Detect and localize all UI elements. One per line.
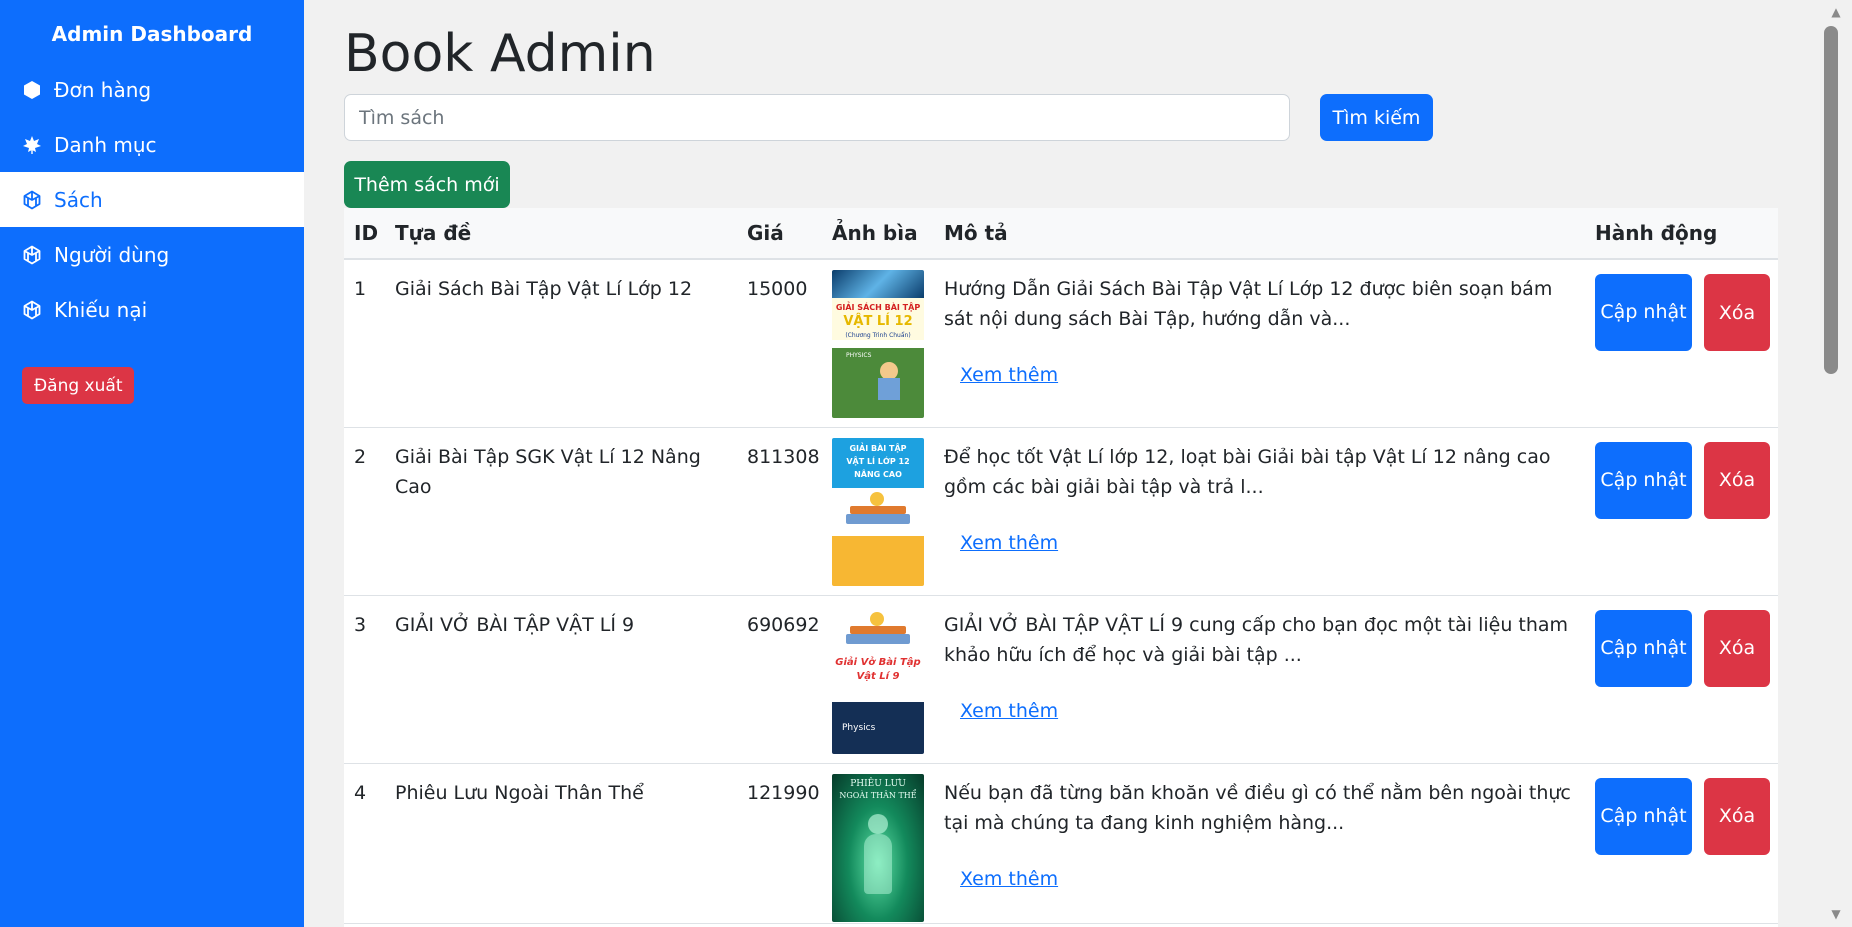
sidebar-item-label: Đơn hàng bbox=[54, 77, 152, 102]
sidebar-item-categories[interactable]: Danh mục bbox=[0, 117, 304, 172]
sidebar: Admin Dashboard Đơn hàng Danh mục Sách N… bbox=[0, 0, 304, 927]
cell-actions: Cập nhật Xóa bbox=[1585, 763, 1778, 923]
leaf-icon bbox=[22, 135, 42, 155]
cell-id: 3 bbox=[354, 613, 367, 636]
update-button[interactable]: Cập nhật bbox=[1595, 777, 1692, 855]
sidebar-item-label: Người dùng bbox=[54, 242, 170, 267]
book-cover-image: PHIÊU LƯU NGOÀI THÂN THỂ bbox=[832, 773, 924, 922]
cover-text: Vật Lí 9 bbox=[856, 670, 900, 682]
column-header-title: Tựa đề bbox=[385, 208, 737, 260]
cell-title: Giải Bài Tập SGK Vật Lí 12 Nâng Cao bbox=[395, 445, 701, 498]
cell-price: 15000 bbox=[747, 278, 808, 300]
cell-price: 690692 bbox=[747, 613, 820, 636]
description-text: Hướng Dẫn Giải Sách Bài Tập Vật Lí Lớp 1… bbox=[944, 278, 1553, 330]
cell-cover: GIẢI BÀI TẬP VẬT LÍ LỚP 12 NÂNG CAO bbox=[822, 427, 934, 595]
scroll-down-arrow-icon[interactable]: ▼ bbox=[1828, 906, 1844, 922]
read-more-link[interactable]: Xem thêm bbox=[960, 696, 1058, 726]
column-header-id: ID bbox=[344, 208, 385, 260]
cover-text: NÂNG CAO bbox=[854, 469, 902, 479]
page-title: Book Admin bbox=[344, 24, 656, 84]
book-cover-image: Giải Vở Bài Tập Vật Lí 9 Physics bbox=[832, 605, 924, 754]
add-book-button[interactable]: Thêm sách mới bbox=[344, 161, 510, 208]
table-row: 4 Phiêu Lưu Ngoài Thân Thể 121990 PHIÊU … bbox=[344, 763, 1778, 923]
cube-icon bbox=[22, 190, 42, 210]
cover-text: GIẢI BÀI TẬP bbox=[849, 443, 907, 453]
cell-id: 4 bbox=[354, 781, 367, 804]
cell-description: Nếu bạn đã từng băn khoăn về điều gì có … bbox=[934, 763, 1585, 923]
sidebar-item-orders[interactable]: Đơn hàng bbox=[0, 62, 304, 117]
description-text: GIẢI VỞ BÀI TẬP VẬT LÍ 9 cung cấp cho bạ… bbox=[944, 613, 1569, 666]
sidebar-item-complaints[interactable]: Khiếu nại bbox=[0, 282, 304, 337]
description-text: Để học tốt Vật Lí lớp 12, loạt bài Giải … bbox=[944, 445, 1551, 498]
cell-description: GIẢI VỞ BÀI TẬP VẬT LÍ 9 cung cấp cho bạ… bbox=[934, 595, 1585, 763]
main-content: Book Admin Tìm kiếm Thêm sách mới ID Tựa… bbox=[304, 0, 1820, 927]
delete-button[interactable]: Xóa bbox=[1704, 274, 1770, 351]
delete-button[interactable]: Xóa bbox=[1704, 609, 1770, 687]
search-button[interactable]: Tìm kiếm bbox=[1320, 94, 1433, 141]
table-header-row: ID Tựa đề Giá Ảnh bìa Mô tả Hành động bbox=[344, 208, 1778, 260]
cover-text: PHIÊU LƯU bbox=[850, 778, 906, 789]
column-header-cover: Ảnh bìa bbox=[822, 208, 934, 260]
cell-description: Hướng Dẫn Giải Sách Bài Tập Vật Lí Lớp 1… bbox=[934, 259, 1585, 427]
update-button[interactable]: Cập nhật bbox=[1595, 274, 1692, 351]
cover-text: Giải Vở Bài Tập bbox=[835, 656, 921, 668]
cover-text: NGOÀI THÂN THỂ bbox=[839, 790, 917, 800]
logout-button[interactable]: Đăng xuất bbox=[22, 367, 135, 404]
book-cover-image: GIẢI SÁCH BÀI TẬP VẬT LÍ 12 (Chương Trìn… bbox=[832, 270, 924, 418]
sidebar-item-label: Danh mục bbox=[54, 132, 157, 157]
cell-actions: Cập nhật Xóa bbox=[1585, 427, 1778, 595]
search-input[interactable] bbox=[344, 94, 1290, 141]
cell-id: 1 bbox=[354, 278, 367, 300]
cell-title: GIẢI VỞ BÀI TẬP VẬT LÍ 9 bbox=[395, 613, 635, 636]
table-row: 2 Giải Bài Tập SGK Vật Lí 12 Nâng Cao 81… bbox=[344, 427, 1778, 595]
cell-id: 2 bbox=[354, 445, 367, 468]
sidebar-item-label: Khiếu nại bbox=[54, 297, 148, 322]
cell-title: Giải Sách Bài Tập Vật Lí Lớp 12 bbox=[395, 278, 693, 300]
cell-cover: PHIÊU LƯU NGOÀI THÂN THỂ bbox=[822, 763, 934, 923]
scrollbar-thumb[interactable] bbox=[1824, 26, 1838, 374]
cell-cover: Giải Vở Bài Tập Vật Lí 9 Physics bbox=[822, 595, 934, 763]
sidebar-item-label: Sách bbox=[54, 187, 103, 212]
books-table: ID Tựa đề Giá Ảnh bìa Mô tả Hành động 1 … bbox=[344, 208, 1778, 927]
cover-text: VẬT LÍ LỚP 12 bbox=[846, 456, 910, 466]
delete-button[interactable]: Xóa bbox=[1704, 777, 1770, 855]
book-cover-image: GIẢI BÀI TẬP VẬT LÍ LỚP 12 NÂNG CAO bbox=[832, 437, 924, 586]
update-button[interactable]: Cập nhật bbox=[1595, 609, 1692, 687]
cell-title: Phiêu Lưu Ngoài Thân Thể bbox=[395, 781, 644, 804]
delete-button[interactable]: Xóa bbox=[1704, 441, 1770, 519]
table-row: 3 GIẢI VỞ BÀI TẬP VẬT LÍ 9 690692 Giải V… bbox=[344, 595, 1778, 763]
cube-icon bbox=[22, 245, 42, 265]
cover-text: GIẢI SÁCH BÀI TẬP bbox=[835, 303, 921, 312]
box-icon bbox=[22, 80, 42, 100]
cell-actions: Cập nhật Xóa bbox=[1585, 595, 1778, 763]
description-text: Nếu bạn đã từng băn khoăn về điều gì có … bbox=[944, 781, 1571, 834]
cell-cover: GIẢI SÁCH BÀI TẬP VẬT LÍ 12 (Chương Trìn… bbox=[822, 259, 934, 427]
update-button[interactable]: Cập nhật bbox=[1595, 441, 1692, 519]
sidebar-title: Admin Dashboard bbox=[51, 22, 253, 46]
column-header-price: Giá bbox=[737, 208, 822, 260]
cell-description: Để học tốt Vật Lí lớp 12, loạt bài Giải … bbox=[934, 427, 1585, 595]
cell-price: 121990 bbox=[747, 781, 820, 804]
table-row: 1 Giải Sách Bài Tập Vật Lí Lớp 12 15000 … bbox=[344, 259, 1778, 427]
sidebar-item-users[interactable]: Người dùng bbox=[0, 227, 304, 282]
cell-actions: Cập nhật Xóa bbox=[1585, 259, 1778, 427]
read-more-link[interactable]: Xem thêm bbox=[960, 528, 1058, 558]
cell-price: 811308 bbox=[747, 445, 820, 468]
column-header-actions: Hành động bbox=[1585, 208, 1778, 260]
sidebar-item-books[interactable]: Sách bbox=[0, 172, 304, 227]
column-header-description: Mô tả bbox=[934, 208, 1585, 260]
cube-icon bbox=[22, 300, 42, 320]
cover-text: PHYSICS bbox=[846, 352, 872, 359]
read-more-link[interactable]: Xem thêm bbox=[960, 864, 1058, 894]
scroll-up-arrow-icon[interactable]: ▲ bbox=[1828, 4, 1844, 20]
cover-text: Physics bbox=[842, 722, 876, 733]
cover-text: VẬT LÍ 12 bbox=[843, 314, 913, 329]
sidebar-nav: Đơn hàng Danh mục Sách Người dùng Khiếu … bbox=[0, 62, 304, 337]
read-more-link[interactable]: Xem thêm bbox=[960, 360, 1058, 390]
